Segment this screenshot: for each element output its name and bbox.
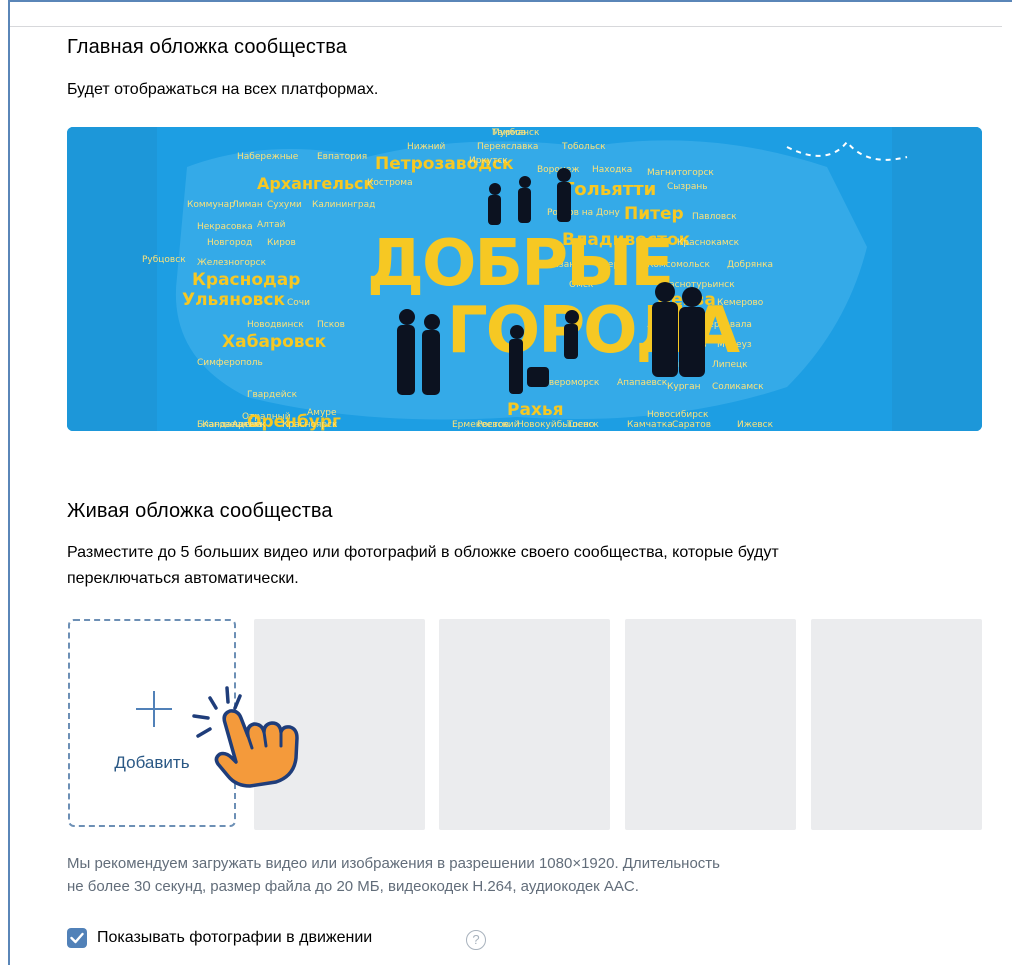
question-icon[interactable]: ? — [466, 930, 486, 950]
city-word: Тобольск — [561, 142, 606, 152]
city-word: Краснокамск — [677, 238, 740, 248]
media-slot-3 — [625, 619, 796, 830]
city-word: Артем — [232, 420, 261, 430]
city-word: Саратов — [672, 420, 711, 430]
city-word: Коммунар — [187, 200, 235, 210]
city-word: Калининград — [312, 200, 375, 210]
main-cover-title: Главная обложка сообщества — [67, 36, 347, 58]
city-word: Ермекеевский — [452, 420, 520, 430]
city-word: Железногорск — [197, 258, 267, 268]
city-word: Краснодар — [192, 270, 300, 290]
city-word: Находка — [592, 165, 632, 175]
city-word: Ижевск — [737, 420, 774, 430]
motion-photos-label[interactable]: Показывать фотографии в движении — [97, 928, 372, 948]
city-word: Красноярск — [282, 420, 338, 430]
city-word: Апапаевск — [617, 378, 668, 388]
upload-recommendation-line-2: не более 30 секунд, размер файла до 20 М… — [67, 878, 639, 895]
plus-icon — [136, 691, 172, 727]
city-word: Сухуми — [267, 200, 302, 210]
media-slot-2 — [439, 619, 610, 830]
city-word: Хабаровск — [222, 332, 327, 352]
city-word: Добрянка — [727, 260, 773, 270]
city-word: Питер — [624, 204, 684, 224]
city-word: Нижний — [407, 142, 445, 152]
city-word: Курган — [667, 382, 701, 392]
window-frame-top — [8, 0, 1012, 2]
live-cover-title: Живая обложка сообщества — [67, 500, 333, 522]
city-word: Новокуйбышевск — [517, 420, 599, 430]
city-word: Тольятти — [562, 179, 656, 200]
city-word: Сочи — [287, 298, 310, 308]
city-word: Переяславка — [477, 142, 538, 152]
pointing-hand-icon — [180, 678, 310, 788]
city-word: Ульяновск — [182, 290, 285, 310]
city-word: Набережные — [237, 152, 299, 162]
city-word: Симферополь — [197, 358, 263, 368]
city-word: Евпатория — [317, 152, 367, 162]
motion-photos-checkbox[interactable] — [67, 928, 87, 948]
upload-recommendation-line-1: Мы рекомендуем загружать видео или изобр… — [67, 855, 720, 872]
live-cover-description-1: Разместите до 5 больших видео или фотогр… — [67, 544, 779, 561]
upload-recommendation: Мы рекомендуем загружать видео или изобр… — [67, 852, 947, 898]
main-cover-image[interactable]: Мурманск Нижний Переяславка Тобольск Набереж… — [67, 127, 982, 431]
main-cover-description: Будет отображаться на всех платформах. — [67, 81, 379, 98]
city-word: Алтай — [257, 220, 286, 230]
city-word: Киров — [267, 238, 296, 248]
window-frame-left — [8, 0, 10, 965]
city-word: Новосибирск — [647, 410, 709, 420]
city-word: Сызрань — [667, 182, 708, 192]
city-word: Соликамск — [712, 382, 764, 392]
city-word: Гвардейск — [247, 390, 298, 400]
city-word: Архангельск — [257, 174, 375, 193]
city-word: Рахья — [507, 400, 564, 420]
city-word: Псков — [317, 320, 345, 330]
live-cover-description-2: переключаться автоматически. — [67, 570, 299, 587]
city-word: Новодвинск — [247, 320, 304, 330]
city-word: Павловск — [692, 212, 737, 222]
city-word: Иркутск — [469, 156, 508, 166]
city-word: Кострома — [367, 178, 413, 188]
city-word: Тамбов — [491, 128, 526, 138]
city-word: Лиман — [232, 200, 263, 210]
check-icon — [70, 932, 84, 944]
city-word: Рубцовск — [142, 255, 186, 265]
city-word: Магнитогорск — [647, 168, 714, 178]
cover-artwork: МурманскНижний Переяславка ТобольскНабереж… — [67, 127, 982, 431]
city-word: Новгород — [207, 238, 252, 248]
city-word: Камчатка — [627, 420, 673, 430]
city-word: Некрасовка — [197, 222, 253, 232]
media-slot-4 — [811, 619, 982, 830]
cover-headline-1: ДОБРЫЕ — [367, 227, 672, 301]
top-divider — [10, 26, 1002, 27]
